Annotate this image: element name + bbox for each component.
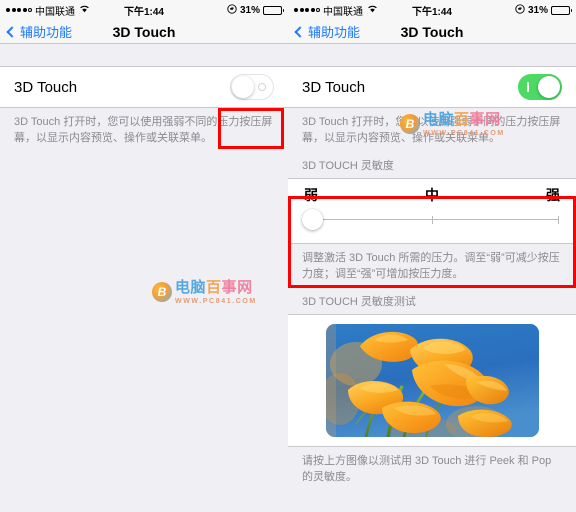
poppy-flowers-image[interactable] xyxy=(325,323,539,437)
status-bar-left: 中国联通 xyxy=(294,3,515,18)
battery-percent-label: 31% xyxy=(527,4,548,16)
status-bar: 中国联通 下午1:44 31% xyxy=(288,0,576,20)
slider-label-weak: 弱 xyxy=(304,186,318,203)
carrier-label: 中国联通 xyxy=(35,6,75,18)
toggle-on-line-icon xyxy=(527,82,529,92)
toggle-off-circle-icon xyxy=(258,83,266,91)
rotation-lock-icon xyxy=(227,3,237,17)
3d-touch-toggle-switch[interactable] xyxy=(518,74,562,100)
chevron-left-icon xyxy=(6,25,18,38)
slider-tick-medium xyxy=(432,215,433,224)
wifi-icon xyxy=(79,4,90,16)
test-image-description: 请按上方图像以测试用 3D Touch 进行 Peek 和 Pop 的灵敏度。 xyxy=(302,454,552,483)
sensitivity-description: 调整激活 3D Touch 所需的压力。调至“弱”可减少按压力度；调至“强”可增… xyxy=(302,251,560,280)
back-button[interactable]: 辅助功能 xyxy=(294,22,361,41)
3d-touch-toggle-row[interactable]: 3D Touch xyxy=(0,66,288,108)
sensitivity-test-image-cell[interactable] xyxy=(288,313,576,447)
battery-percent-label: 31% xyxy=(239,4,260,16)
settings-content-left: 3D Touch 3D Touch 打开时，您可以使用强弱不同的压力按压屏幕，以… xyxy=(0,44,288,512)
settings-content-right: 3D Touch 3D Touch 打开时，您可以使用强弱不同的压力按压屏幕，以… xyxy=(288,44,576,512)
watermark-left: 电脑百事网 WWW.PC841.COM xyxy=(152,280,257,305)
battery-icon xyxy=(551,5,572,15)
toggle-knob xyxy=(232,76,254,98)
watermark-url: WWW.PC841.COM xyxy=(175,297,257,305)
phone-screen-right: 中国联通 下午1:44 31% 辅助功能 3D Touch 3D Touch 3… xyxy=(288,0,576,512)
sensitivity-slider[interactable] xyxy=(302,209,562,231)
signal-strength-icon xyxy=(294,8,320,12)
3d-touch-row-label: 3D Touch xyxy=(14,78,78,96)
chevron-left-icon xyxy=(294,25,306,38)
3d-touch-description: 3D Touch 打开时，您可以使用强弱不同的压力按压屏幕，以显示内容预览、操作… xyxy=(14,116,273,144)
sensitivity-slider-cell[interactable]: 弱 中 强 xyxy=(288,177,576,244)
phone-screen-left: 中国联通 下午1:44 31% 辅助功能 3D Touch 3D Touch 3… xyxy=(0,0,288,512)
3d-touch-description: 3D Touch 打开时，您可以使用强弱不同的压力按压屏幕，以显示内容预览、操作… xyxy=(302,116,561,144)
slider-labels: 弱 中 强 xyxy=(302,185,562,205)
status-bar: 中国联通 下午1:44 31% xyxy=(0,0,288,20)
slider-label-strong: 强 xyxy=(546,186,560,203)
wifi-icon xyxy=(367,4,378,16)
battery-icon xyxy=(263,5,284,15)
carrier-label: 中国联通 xyxy=(323,6,363,18)
3d-touch-toggle-switch[interactable] xyxy=(230,74,274,100)
section-gap xyxy=(0,44,288,66)
rotation-lock-icon xyxy=(515,3,525,17)
status-bar-right: 31% xyxy=(515,3,572,17)
slider-knob[interactable] xyxy=(302,209,323,231)
pc841-logo-icon xyxy=(152,282,172,303)
section-gap xyxy=(288,44,576,66)
3d-touch-toggle-row[interactable]: 3D Touch xyxy=(288,66,576,108)
status-bar-left: 中国联通 xyxy=(6,3,227,18)
navigation-bar: 辅助功能 3D Touch xyxy=(288,20,576,44)
back-button-label: 辅助功能 xyxy=(20,25,73,40)
slider-label-medium: 中 xyxy=(425,186,439,203)
3d-touch-row-label: 3D Touch xyxy=(302,78,366,96)
slider-tick-strong xyxy=(558,215,559,224)
back-button[interactable]: 辅助功能 xyxy=(6,22,73,41)
watermark-brand: 电脑百事网 xyxy=(175,279,253,296)
watermark-text: 电脑百事网 WWW.PC841.COM xyxy=(175,280,257,305)
status-bar-right: 31% xyxy=(227,3,284,17)
navigation-bar: 辅助功能 3D Touch xyxy=(0,20,288,44)
sensitivity-section-header: 3D TOUCH 灵敏度 xyxy=(302,159,394,172)
back-button-label: 辅助功能 xyxy=(308,25,361,40)
dual-screenshot-comparison: 中国联通 下午1:44 31% 辅助功能 3D Touch 3D Touch 3… xyxy=(0,0,576,512)
sensitivity-test-header: 3D TOUCH 灵敏度测试 xyxy=(302,295,416,308)
signal-strength-icon xyxy=(6,8,32,12)
toggle-knob xyxy=(538,76,560,98)
